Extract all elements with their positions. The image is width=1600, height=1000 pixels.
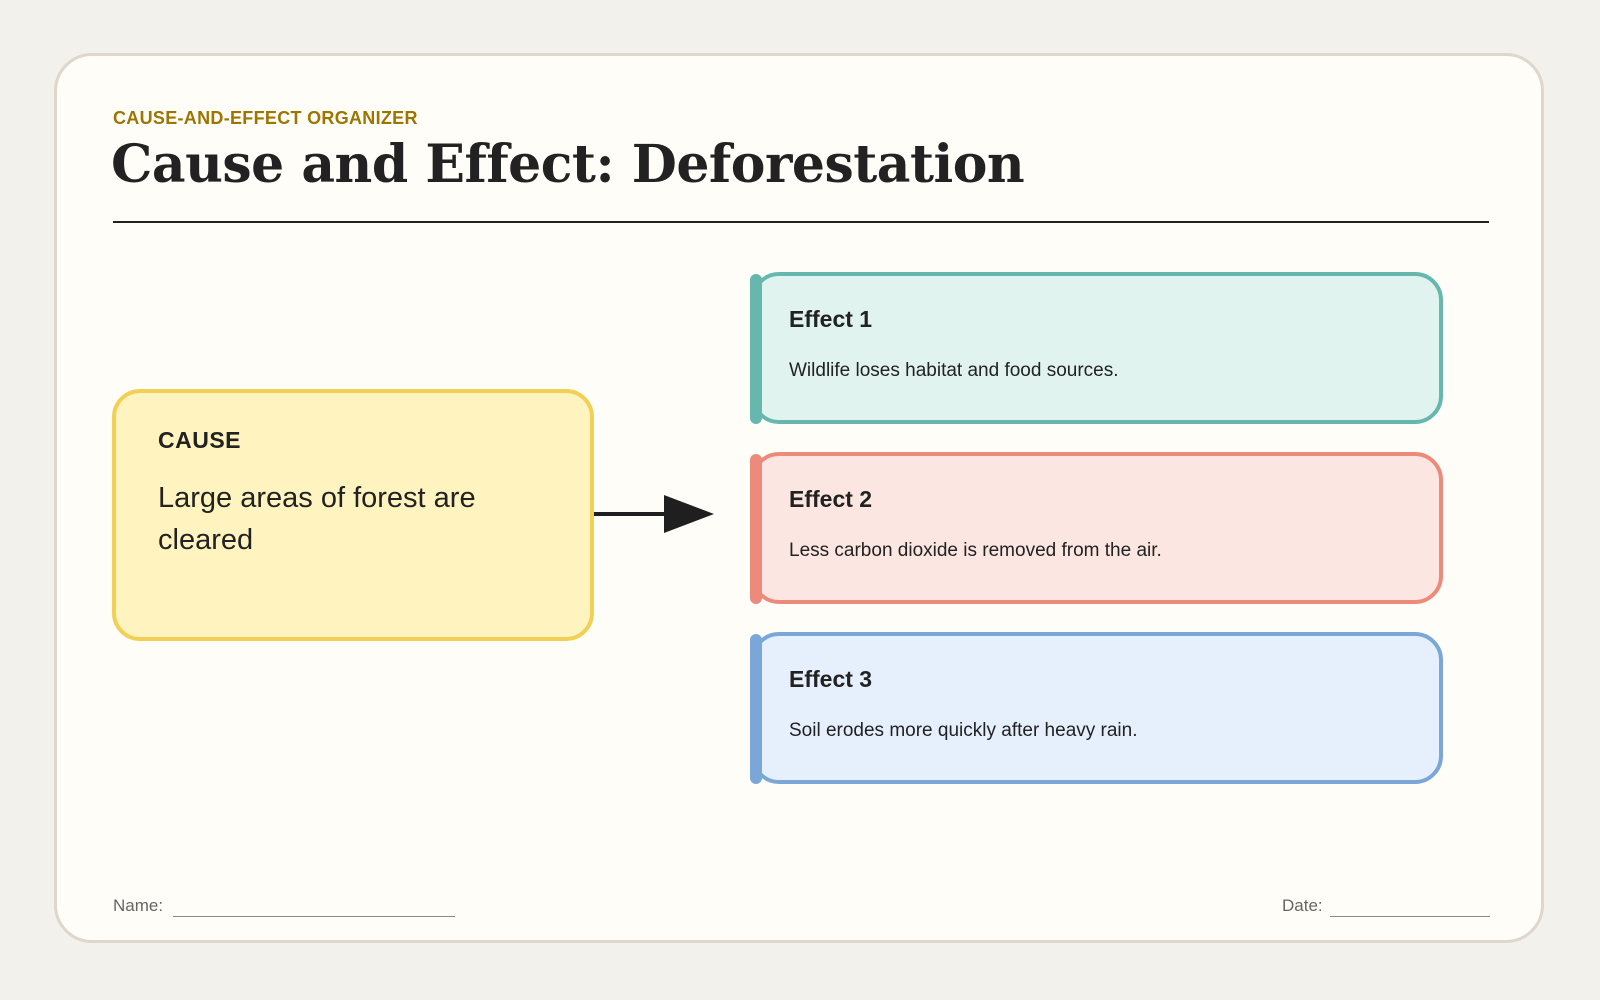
effect-box-1: Effect 1 Wildlife loses habitat and food…	[750, 272, 1443, 424]
effect-3-text: Soil erodes more quickly after heavy rai…	[789, 720, 1138, 741]
cause-effect-arrow	[594, 495, 714, 533]
name-label: Name:	[113, 896, 164, 915]
cause-text: Large areas of forest are cleared	[158, 482, 476, 556]
worksheet-card: CAUSE-AND-EFFECT ORGANIZER Cause and Eff…	[54, 53, 1544, 943]
effect-2-text: Less carbon dioxide is removed from the …	[789, 540, 1162, 561]
title-divider	[113, 221, 1489, 223]
effect-3-title: Effect 3	[789, 666, 873, 692]
effect-1-accent-bar	[750, 274, 762, 424]
effect-1-title: Effect 1	[789, 306, 873, 332]
date-field-line[interactable]	[1330, 916, 1490, 917]
name-field-line[interactable]	[173, 916, 455, 917]
page-title: Cause and Effect: Deforestation	[111, 134, 1025, 195]
cause-label: CAUSE	[158, 427, 242, 453]
date-label: Date:	[1282, 896, 1323, 915]
organizer-kicker: CAUSE-AND-EFFECT ORGANIZER	[113, 108, 418, 128]
arrow-head	[664, 495, 714, 533]
cause-box: CAUSE Large areas of forest are cleared	[112, 389, 594, 641]
effect-1-text: Wildlife loses habitat and food sources.	[789, 360, 1119, 381]
effect-box-3: Effect 3 Soil erodes more quickly after …	[750, 632, 1443, 784]
effect-3-accent-bar	[750, 634, 762, 784]
effect-2-accent-bar	[750, 454, 762, 604]
effect-box-2: Effect 2 Less carbon dioxide is removed …	[750, 452, 1443, 604]
effect-2-title: Effect 2	[789, 486, 873, 512]
